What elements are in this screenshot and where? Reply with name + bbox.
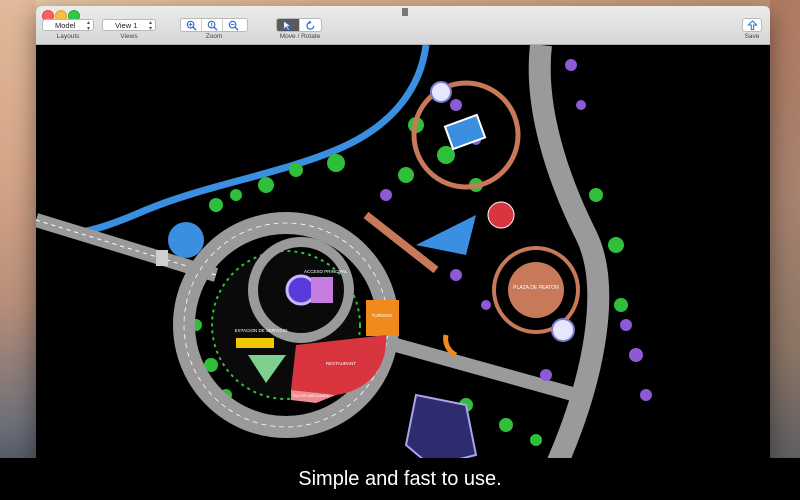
upper-dome (430, 81, 452, 103)
views-value: View 1 (115, 21, 138, 30)
mechanic-label: TALLER MECANICO (292, 393, 330, 398)
crosswalk (156, 250, 168, 266)
desktop-wallpaper-left (0, 0, 36, 500)
arrow-cursor-icon (283, 19, 293, 31)
tourism-block (366, 300, 399, 336)
promo-caption: Simple and fast to use. (0, 458, 800, 500)
roundabout-label: ACCESO PRINCIPAL (304, 269, 348, 274)
save-button[interactable] (742, 18, 762, 32)
pond (168, 222, 204, 258)
upload-arrow-icon (746, 19, 758, 30)
zoom-in-button[interactable] (181, 19, 202, 31)
move-button[interactable] (277, 19, 300, 31)
river (75, 45, 430, 237)
popup-arrows-icon: ▴ ▾ (86, 20, 90, 32)
views-label: Views (120, 33, 138, 40)
views-popup[interactable]: View 1 ▴ ▾ (102, 19, 156, 32)
move-rotate-label: Move / Rotate (279, 33, 321, 40)
service-station-canopy (236, 338, 274, 348)
app-window: Model ▴▾ Layouts View 1 ▴▾ Views Zoom (36, 6, 770, 466)
site-plan-drawing: PLAZA DE PEATON ACCESO PRINCIPAL TURISMO… (36, 45, 652, 466)
monument-building (311, 277, 333, 303)
zoom-out-icon (228, 20, 239, 31)
zoom-label: Zoom (205, 33, 223, 40)
zoom-in-icon (186, 20, 197, 31)
zoom-fit-icon (207, 20, 218, 31)
rotate-button[interactable] (300, 19, 322, 31)
plaza-label: PLAZA DE PEATON (513, 285, 559, 291)
restaurant-label: RESTAURANT (326, 361, 356, 366)
upper-pavilion (443, 113, 487, 151)
south-building (404, 393, 478, 466)
central-monument (285, 274, 317, 306)
toolbar: Model ▴▾ Layouts View 1 ▴▾ Views Zoom (36, 6, 770, 45)
save-label: Save (744, 33, 760, 40)
blue-pathway (416, 215, 476, 255)
main-road (528, 45, 610, 466)
zoom-fit-button[interactable] (202, 19, 223, 31)
desktop-wallpaper-right (770, 0, 800, 500)
layouts-label: Layouts (56, 33, 80, 40)
layouts-value: Model (55, 21, 76, 30)
tourism-label: TURISMO (372, 313, 393, 318)
layouts-popup[interactable]: Model ▴ ▾ (42, 19, 94, 32)
popup-arrows-icon: ▴ ▾ (148, 20, 152, 32)
small-dome (551, 318, 575, 342)
red-dome (487, 201, 515, 229)
zoom-out-button[interactable] (223, 19, 243, 31)
document-icon (401, 8, 408, 16)
drawing-canvas[interactable]: PLAZA DE PEATON ACCESO PRINCIPAL TURISMO… (36, 45, 770, 466)
zoom-controls (180, 18, 248, 32)
window-title (336, 8, 476, 20)
rotate-icon (306, 20, 315, 30)
move-rotate-controls (276, 18, 322, 32)
service-station-label: ESTACION DE SERVICIO (235, 328, 288, 333)
